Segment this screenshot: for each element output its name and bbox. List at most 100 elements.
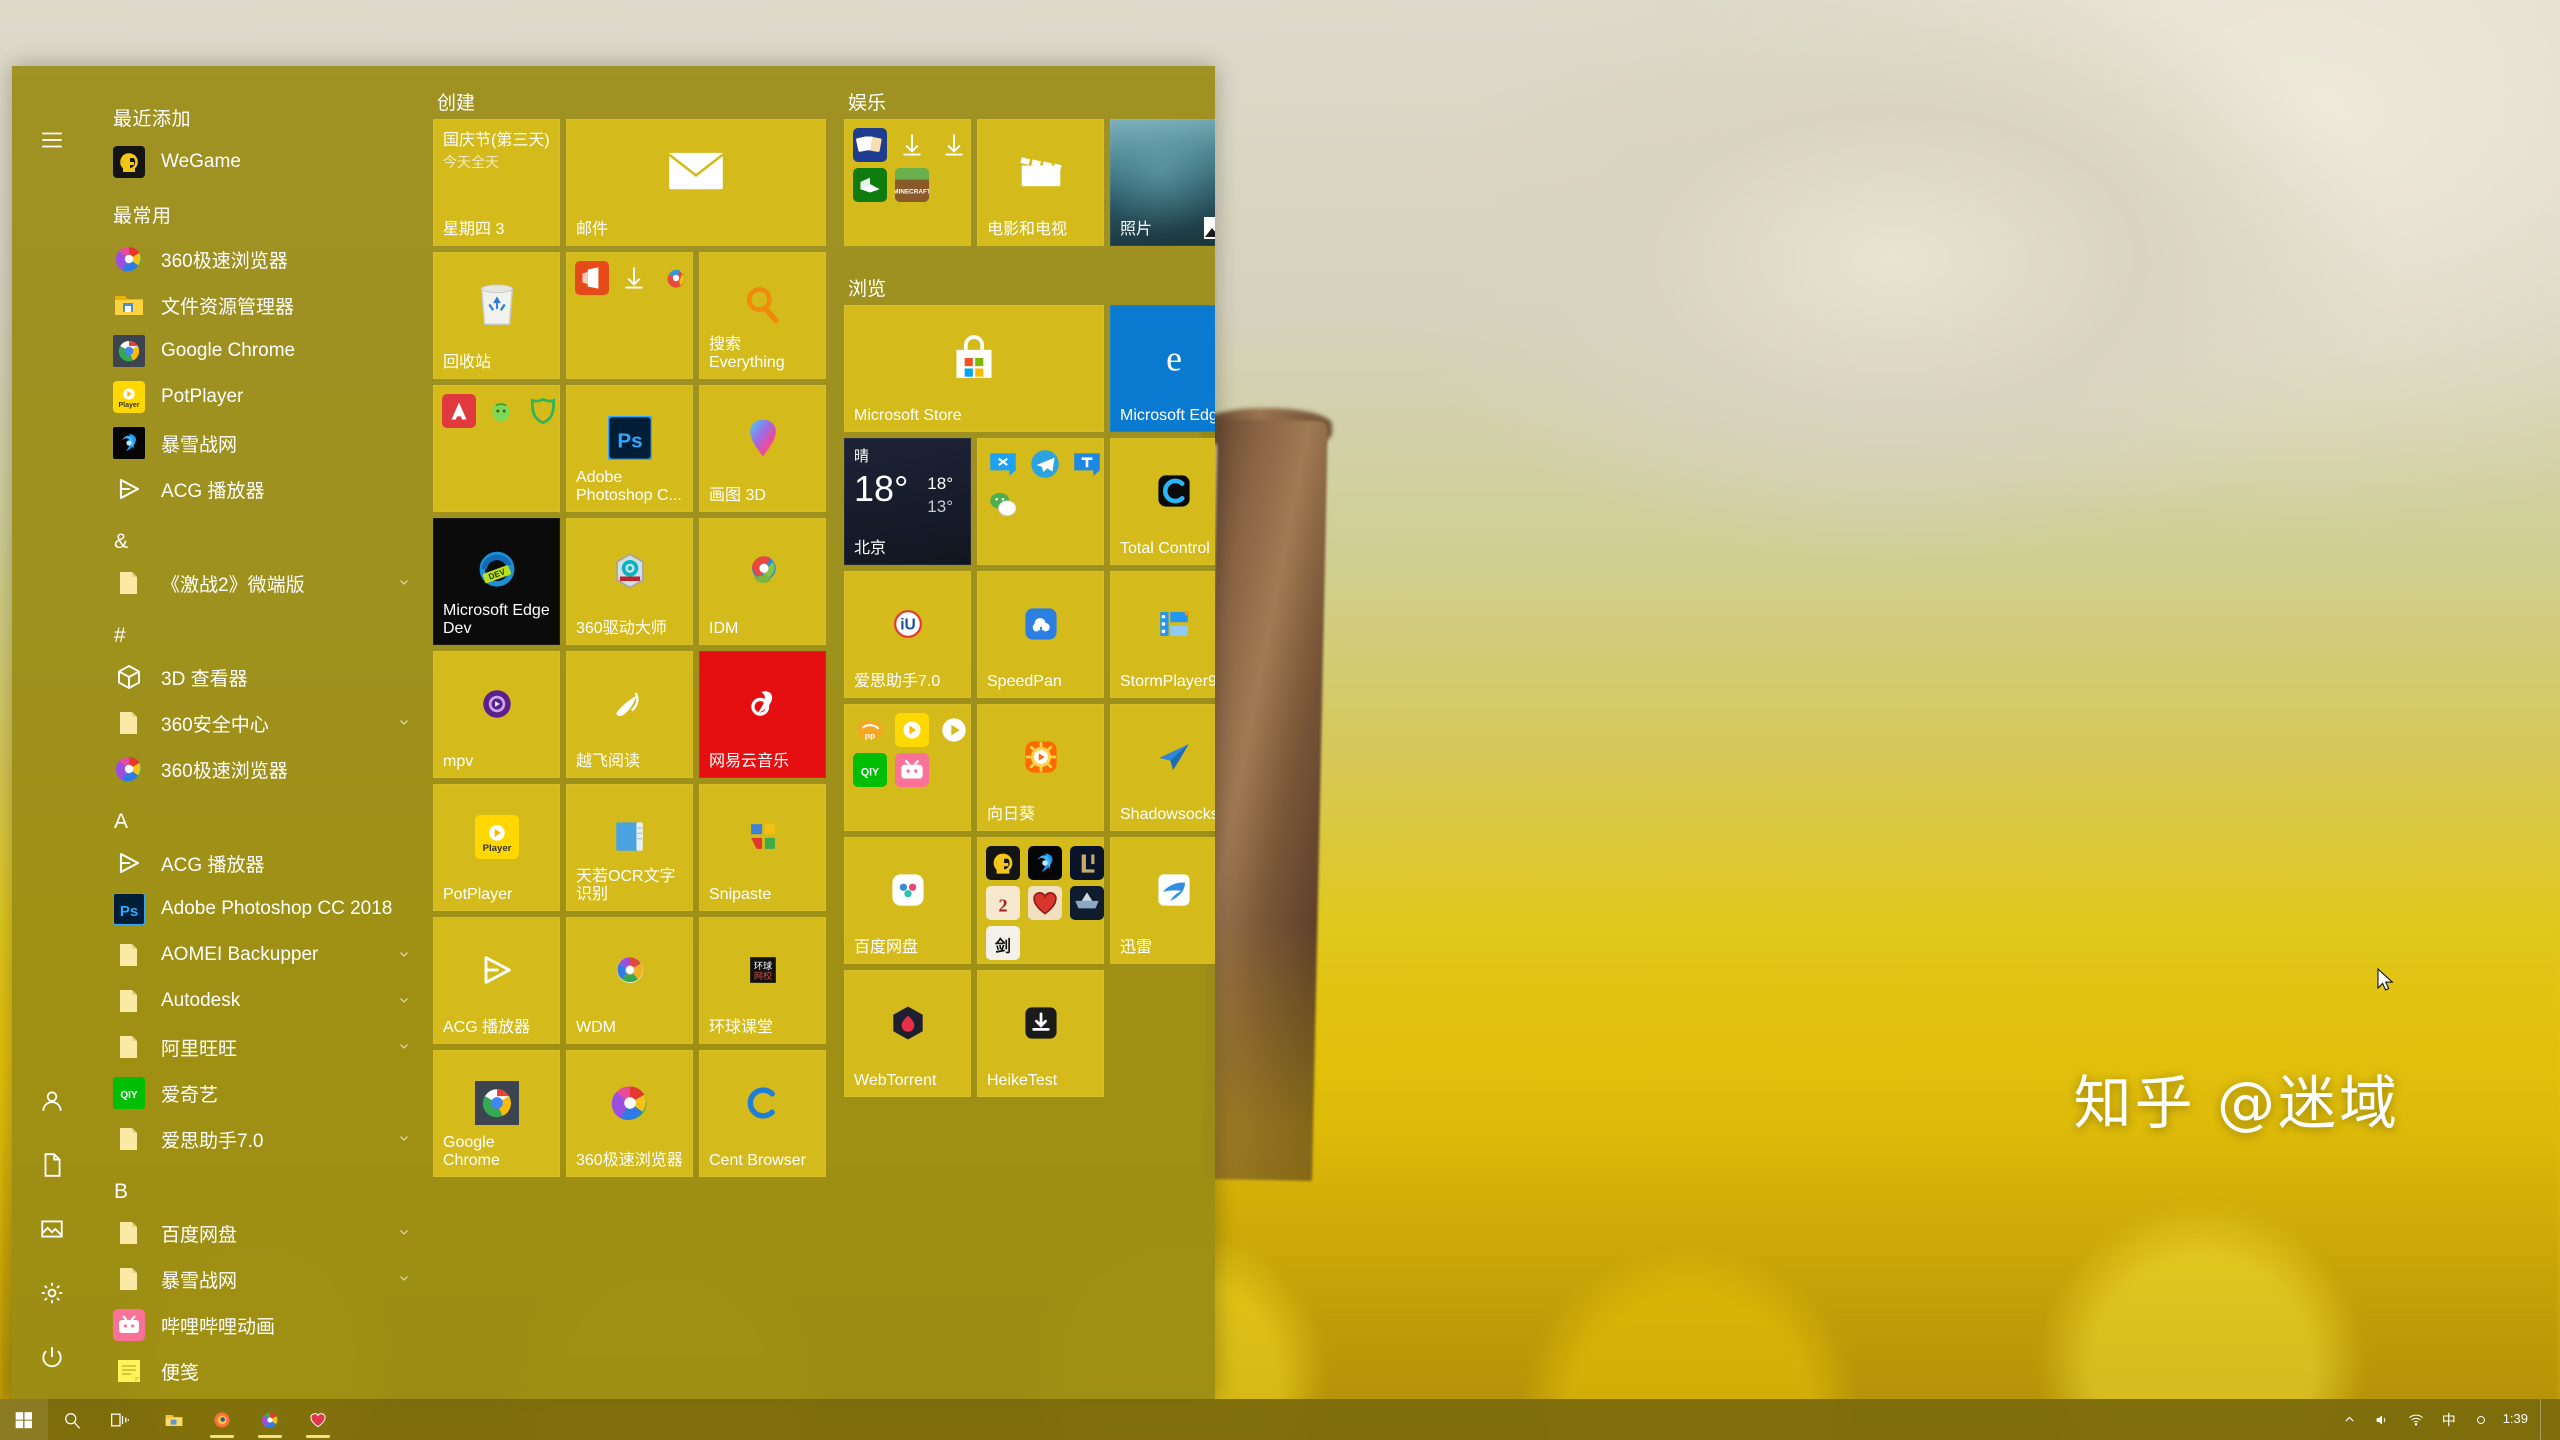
chevron-down-icon[interactable]: [393, 994, 415, 1009]
app-group-letter[interactable]: &: [92, 512, 415, 560]
app-list-item[interactable]: 360极速浏览器: [92, 746, 415, 792]
tile-speedpan[interactable]: SpeedPan: [977, 571, 1104, 698]
show-hidden-icons-chevron[interactable]: [2334, 1399, 2365, 1440]
tile-office-folder[interactable]: [566, 252, 693, 379]
app-list-item[interactable]: 360极速浏览器: [92, 236, 415, 282]
app-list-item[interactable]: 360安全中心: [92, 700, 415, 746]
app-list-item[interactable]: ACG 播放器: [92, 466, 415, 512]
tile-360-speed-browser[interactable]: 360极速浏览器: [566, 1050, 693, 1177]
app-list-item[interactable]: 文件资源管理器: [92, 282, 415, 328]
tile-photos[interactable]: 照片: [1110, 119, 1215, 246]
tile-baidu-netdisk[interactable]: 百度网盘: [844, 837, 971, 964]
tile-recycle-bin[interactable]: 回收站: [433, 252, 560, 379]
app-list-item[interactable]: 哔哩哔哩动画: [92, 1302, 415, 1348]
tile-360-driver-master[interactable]: 360驱动大师: [566, 518, 693, 645]
hamburger-menu-icon[interactable]: [20, 108, 84, 172]
show-desktop-button[interactable]: [2540, 1399, 2550, 1440]
documents-icon[interactable]: [20, 1133, 84, 1197]
tile-mpv[interactable]: mpv: [433, 651, 560, 778]
ime-chinese-indicator[interactable]: 中: [2433, 1399, 2465, 1440]
volume-icon[interactable]: [2365, 1399, 2399, 1440]
360-browser-icon[interactable]: [246, 1399, 294, 1440]
ime-mode-indicator[interactable]: [2465, 1399, 2497, 1440]
chevron-down-icon[interactable]: [393, 576, 415, 591]
tile-sunflower[interactable]: 向日葵: [977, 704, 1104, 831]
firefox-icon[interactable]: [198, 1399, 246, 1440]
heart-app-icon[interactable]: [294, 1399, 342, 1440]
app-list-item[interactable]: 暴雪战网: [92, 1256, 415, 1302]
tile-games2-folder[interactable]: 2剑: [977, 837, 1104, 964]
all-apps-list[interactable]: 最近添加 WeGame 最常用 360极速浏览器 文件资源管理器 Google Ch…: [92, 66, 415, 1399]
tile-autodesk-folder[interactable]: [433, 385, 560, 512]
tile-huanqiu-ketang[interactable]: 环球 网校 环球课堂: [699, 917, 826, 1044]
chevron-down-icon[interactable]: [393, 1132, 415, 1147]
tile-google-chrome[interactable]: Google Chrome: [433, 1050, 560, 1177]
tile-stormplayer9[interactable]: StormPlayer9: [1110, 571, 1215, 698]
tile-group-title[interactable]: 娱乐: [848, 88, 1215, 114]
tile-xunlei[interactable]: 迅雷: [1110, 837, 1215, 964]
app-list-item[interactable]: WeGame: [92, 139, 415, 185]
tile-shadowsocks[interactable]: Shadowsocks: [1110, 704, 1215, 831]
task-view-icon[interactable]: [96, 1399, 144, 1440]
app-list-item[interactable]: Player PotPlayer: [92, 374, 415, 420]
power-icon[interactable]: [20, 1325, 84, 1389]
file-explorer-icon[interactable]: [150, 1399, 198, 1440]
tile-games-folder[interactable]: MINECRAFT: [844, 119, 971, 246]
tile-group-title[interactable]: 浏览: [848, 274, 1215, 300]
tile-group-title[interactable]: 创建: [437, 88, 826, 114]
tile-yuefei-reader[interactable]: 越飞阅读: [566, 651, 693, 778]
chevron-down-icon[interactable]: [393, 1272, 415, 1287]
tile-calendar[interactable]: 国庆节(第三天) 今天全天 星期四 3: [433, 119, 560, 246]
app-group-letter[interactable]: B: [92, 1162, 415, 1210]
app-list-item[interactable]: 阿里旺旺: [92, 1024, 415, 1070]
chevron-down-icon[interactable]: [393, 948, 415, 963]
app-list-item[interactable]: 爱思助手7.0: [92, 1116, 415, 1162]
tile-acg-player[interactable]: ACG 播放器: [433, 917, 560, 1044]
network-icon[interactable]: [2399, 1399, 2433, 1440]
tile-microsoft-edge[interactable]: e Microsoft Edge: [1110, 305, 1215, 432]
settings-gear-icon[interactable]: [20, 1261, 84, 1325]
app-list-item[interactable]: AOMEI Backupper: [92, 932, 415, 978]
start-button[interactable]: [0, 1399, 48, 1440]
tile-mail[interactable]: 邮件: [566, 119, 826, 246]
tile-adobe-photoshop[interactable]: Ps Adobe Photoshop C...: [566, 385, 693, 512]
app-list-item[interactable]: Ps Adobe Photoshop CC 2018: [92, 886, 415, 932]
tile-social-folder[interactable]: [977, 438, 1104, 565]
taskbar-clock[interactable]: 1:39: [2497, 1399, 2540, 1440]
tile-potplayer[interactable]: Player PotPlayer: [433, 784, 560, 911]
tile-tianruo-ocr[interactable]: 天若OCR文字识别: [566, 784, 693, 911]
tile-microsoft-store[interactable]: Microsoft Store: [844, 305, 1104, 432]
app-list-item[interactable]: 便笺: [92, 1348, 415, 1394]
user-account-icon[interactable]: [20, 1069, 84, 1133]
app-list-item[interactable]: ACG 播放器: [92, 840, 415, 886]
app-list-item[interactable]: 《激战2》微端版: [92, 560, 415, 606]
tile-weather[interactable]: 晴 18° 18° 13° 北京: [844, 438, 971, 565]
chevron-down-icon[interactable]: [393, 1040, 415, 1055]
tile-video-folder[interactable]: pp QIY: [844, 704, 971, 831]
search-icon[interactable]: [48, 1399, 96, 1440]
tile-movies-and-tv[interactable]: 电影和电视: [977, 119, 1104, 246]
tile-aisi-assistant[interactable]: iU 爱思助手7.0: [844, 571, 971, 698]
app-list-item[interactable]: Google Chrome: [92, 328, 415, 374]
app-list-item[interactable]: QIY 爱奇艺: [92, 1070, 415, 1116]
chevron-down-icon[interactable]: [393, 716, 415, 731]
tile-idm[interactable]: IDM: [699, 518, 826, 645]
tile-webtorrent[interactable]: WebTorrent: [844, 970, 971, 1097]
app-group-letter[interactable]: #: [92, 606, 415, 654]
tile-heiketest[interactable]: HeikeTest: [977, 970, 1104, 1097]
tile-search-everything[interactable]: 搜索 Everything: [699, 252, 826, 379]
tile-cent-browser[interactable]: Cent Browser: [699, 1050, 826, 1177]
app-list-item[interactable]: Autodesk: [92, 978, 415, 1024]
tile-paint-3d[interactable]: 画图 3D: [699, 385, 826, 512]
pictures-icon[interactable]: [20, 1197, 84, 1261]
app-group-letter[interactable]: A: [92, 792, 415, 840]
app-list-item[interactable]: 暴雪战网: [92, 420, 415, 466]
tile-netease-music[interactable]: 网易云音乐: [699, 651, 826, 778]
tile-total-control[interactable]: Total Control: [1110, 438, 1215, 565]
tile-snipaste[interactable]: Snipaste: [699, 784, 826, 911]
chevron-down-icon[interactable]: [393, 1226, 415, 1241]
tile-wdm[interactable]: WDM: [566, 917, 693, 1044]
tile-microsoft-edge-dev[interactable]: DEV Microsoft Edge Dev: [433, 518, 560, 645]
app-list-item[interactable]: 百度网盘: [92, 1210, 415, 1256]
app-list-item[interactable]: 3D 查看器: [92, 654, 415, 700]
